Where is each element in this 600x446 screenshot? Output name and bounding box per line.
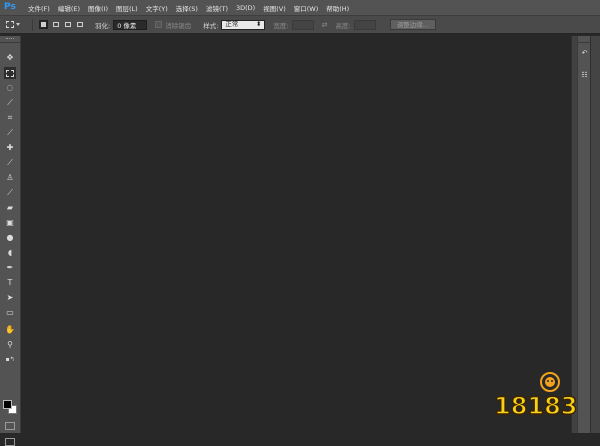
zoom-icon[interactable]: ⚲ xyxy=(4,339,16,351)
menu-view[interactable]: 视图(V) xyxy=(259,3,290,13)
panel-collapse-handle[interactable] xyxy=(0,36,20,43)
panel-edge xyxy=(590,36,600,433)
subtract-selection-icon xyxy=(64,22,71,27)
history-brush-icon[interactable]: ⟋ xyxy=(4,187,16,199)
add-to-selection-button[interactable] xyxy=(51,20,60,29)
foreground-color-swatch[interactable] xyxy=(3,400,12,409)
subtract-from-selection-button[interactable] xyxy=(63,20,72,29)
menu-image[interactable]: 图像(I) xyxy=(84,3,112,13)
lasso-icon[interactable]: ◌ xyxy=(4,82,16,94)
screen-mode-icon[interactable] xyxy=(5,438,15,446)
new-selection-icon xyxy=(41,22,46,27)
height-label: 高度: xyxy=(335,21,351,30)
tools-panel: ✥ ◌ ⟋ ⌗ ⟋ ✚ ⟋ ♙ ⟋ ▰ ▣ ● ◖ ✒ T ➤ ▭ ✋ ⚲ ▪↰ xyxy=(0,36,21,446)
hand-icon[interactable]: ✋ xyxy=(4,324,16,336)
rectangle-shape-icon[interactable]: ▭ xyxy=(4,307,16,319)
clone-stamp-icon[interactable]: ♙ xyxy=(4,172,16,184)
move-icon[interactable]: ✥ xyxy=(4,52,16,64)
menu-file[interactable]: 文件(F) xyxy=(24,3,54,13)
options-bar: 羽化: 0 像素 消除锯齿 样式: 正常 ⬍ 宽度: ⇄ 高度: 调整边缘... xyxy=(0,16,600,34)
add-selection-icon xyxy=(52,22,59,27)
style-label: 样式: xyxy=(203,21,219,30)
photoshop-logo: Ps xyxy=(4,2,16,12)
quick-selection-icon[interactable]: ⟋ xyxy=(4,97,16,109)
spot-healing-icon[interactable]: ✚ xyxy=(4,142,16,154)
menu-filter[interactable]: 滤镜(T) xyxy=(202,3,232,13)
menu-window[interactable]: 窗口(W) xyxy=(290,3,323,13)
intersect-selection-button[interactable] xyxy=(75,20,84,29)
menu-3d[interactable]: 3D(D) xyxy=(232,4,259,12)
antialias-label: 消除锯齿 xyxy=(165,21,192,30)
quick-mask-icon[interactable] xyxy=(5,422,15,430)
watermark-text: 18183 xyxy=(494,392,578,420)
watermark-logo: 18183 xyxy=(493,372,578,421)
rectangular-marquee-icon[interactable] xyxy=(4,67,16,79)
menu-help[interactable]: 帮助(H) xyxy=(322,3,353,13)
crop-icon[interactable]: ⌗ xyxy=(4,112,16,124)
menu-type[interactable]: 文字(Y) xyxy=(142,3,172,13)
style-select[interactable]: 正常 ⬍ xyxy=(221,19,266,30)
menu-select[interactable]: 选择(S) xyxy=(172,3,202,13)
eraser-icon[interactable]: ▰ xyxy=(4,202,16,214)
menu-bar: Ps 文件(F) 编辑(E) 图像(I) 图层(L) 文字(Y) 选择(S) 滤… xyxy=(0,0,600,16)
path-selection-icon[interactable]: ➤ xyxy=(4,292,16,304)
properties-icon[interactable]: ☷ xyxy=(580,70,589,80)
tool-preset-picker[interactable] xyxy=(6,18,33,31)
document-workspace[interactable] xyxy=(21,36,571,433)
feather-input[interactable]: 0 像素 xyxy=(113,19,148,30)
gradient-icon[interactable]: ▣ xyxy=(4,217,16,229)
height-input[interactable] xyxy=(353,19,376,30)
dodge-icon[interactable]: ◖ xyxy=(4,247,16,259)
grip-icon xyxy=(6,37,14,41)
rectangular-marquee-icon xyxy=(6,21,14,28)
menu-layer[interactable]: 图层(L) xyxy=(112,3,142,13)
history-icon[interactable]: ↶ xyxy=(580,48,589,58)
swap-dimensions-icon[interactable]: ⇄ xyxy=(322,21,328,29)
chevron-down-icon: ⬍ xyxy=(255,20,262,28)
default-colors-icon[interactable]: ▪↰ xyxy=(4,354,16,366)
eyedropper-icon[interactable]: ⟋ xyxy=(4,127,16,139)
pen-icon[interactable]: ✒ xyxy=(4,262,16,274)
chevron-down-icon xyxy=(16,23,20,26)
new-selection-button[interactable] xyxy=(39,20,48,29)
menu-edit[interactable]: 编辑(E) xyxy=(54,3,84,13)
width-label: 宽度: xyxy=(273,21,289,30)
type-icon[interactable]: T xyxy=(4,277,16,289)
refine-edge-button[interactable]: 调整边缘... xyxy=(389,19,436,30)
blur-icon[interactable]: ● xyxy=(4,232,16,244)
feather-label: 羽化: xyxy=(95,21,111,30)
width-input[interactable] xyxy=(291,19,314,30)
brush-icon[interactable]: ⟋ xyxy=(4,157,16,169)
antialias-checkbox[interactable] xyxy=(155,21,163,28)
intersect-selection-icon xyxy=(76,22,83,27)
style-select-value: 正常 xyxy=(225,20,239,28)
